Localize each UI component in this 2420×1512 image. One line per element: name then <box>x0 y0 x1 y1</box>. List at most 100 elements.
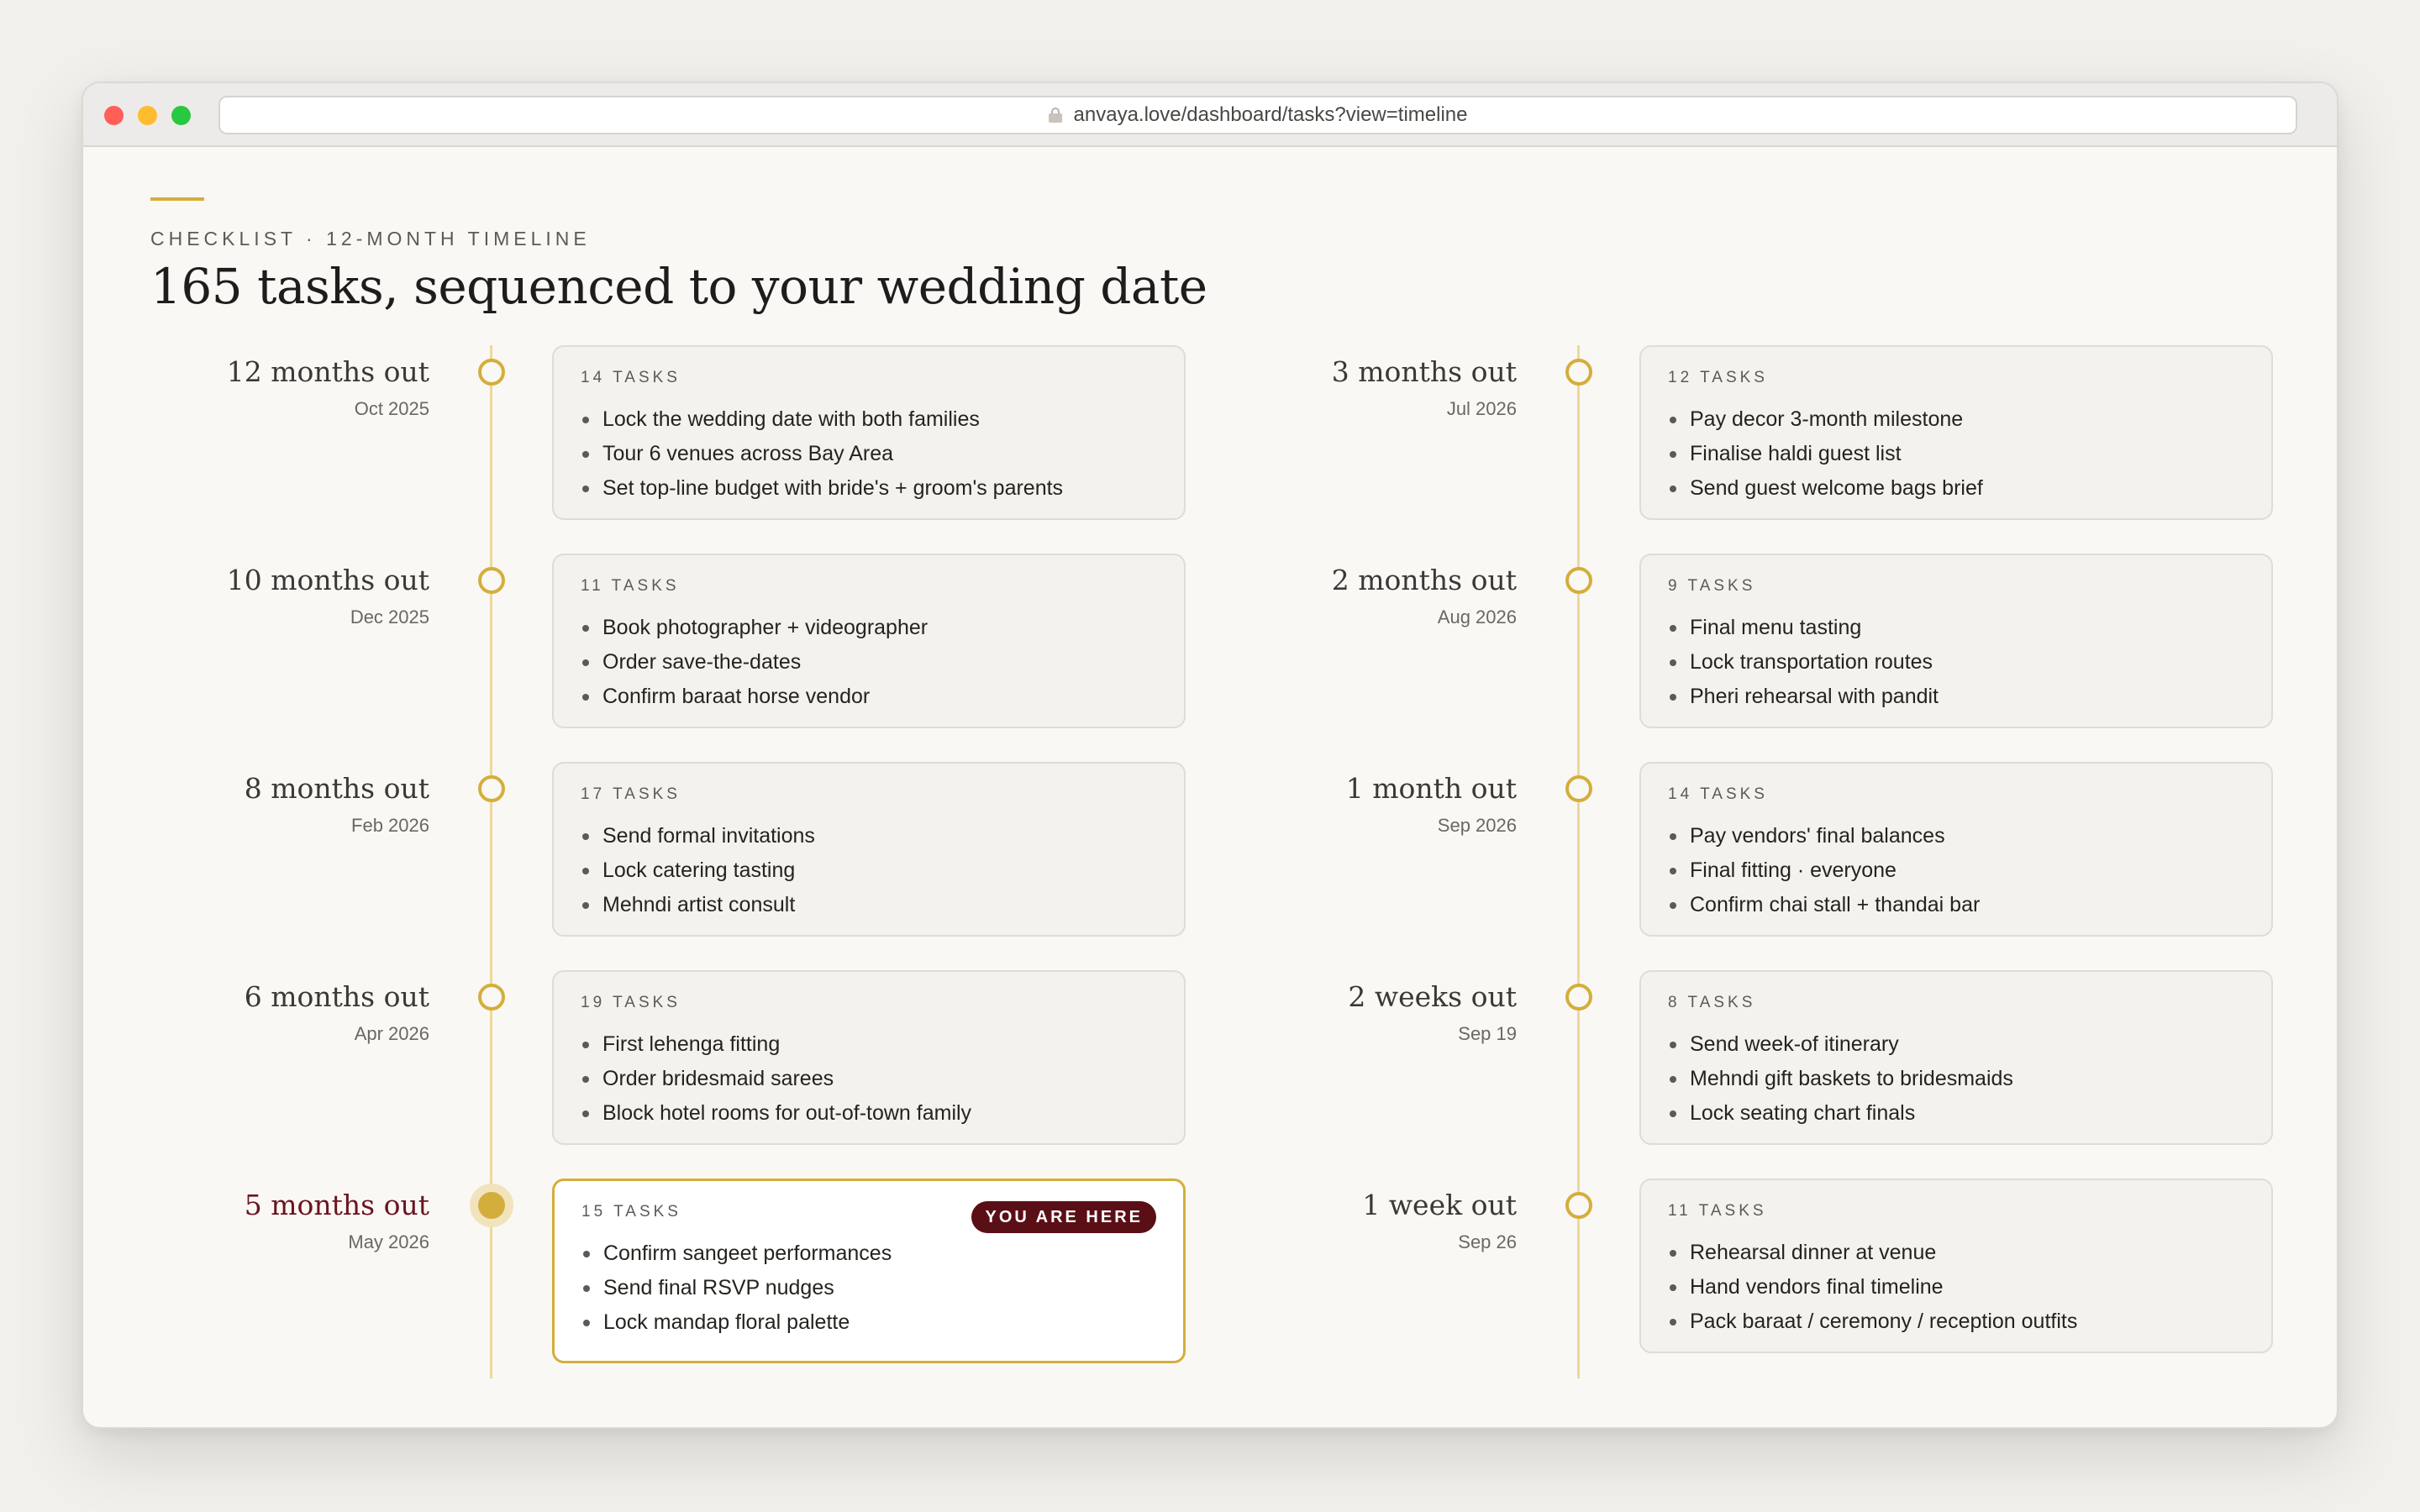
task-item[interactable]: Lock seating chart finals <box>1668 1096 2244 1131</box>
task-item[interactable]: Lock mandap floral palette <box>581 1305 1156 1340</box>
task-item[interactable]: Block hotel rooms for out-of-town family <box>581 1096 1157 1131</box>
browser-window: anvaya.love/dashboard/tasks?view=timelin… <box>82 81 2338 1429</box>
milestone-node <box>478 359 505 386</box>
task-item[interactable]: Hand vendors final timeline <box>1668 1270 2244 1305</box>
task-item[interactable]: Send guest welcome bags brief <box>1668 471 2244 506</box>
milestone-node <box>478 775 505 802</box>
task-card-current[interactable]: 15 TASKS YOU ARE HERE Confirm sangeet pe… <box>552 1179 1186 1363</box>
milestone-date: Dec 2025 <box>350 606 429 627</box>
task-item[interactable]: Order save-the-dates <box>581 645 1157 680</box>
task-count: 11 TASKS <box>1668 1202 1767 1220</box>
close-window-button[interactable] <box>104 106 124 125</box>
task-count: 12 TASKS <box>1668 369 1768 386</box>
task-item[interactable]: Send week-of itinerary <box>1668 1027 2244 1062</box>
task-count: 17 TASKS <box>581 785 681 803</box>
task-item[interactable]: Final menu tasting <box>1668 611 2244 645</box>
milestone-node <box>1565 1192 1592 1219</box>
task-card[interactable]: 11 TASKS Book photographer + videographe… <box>552 554 1186 728</box>
task-list: Rehearsal dinner at venue Hand vendors f… <box>1668 1236 2244 1339</box>
task-list: Send formal invitations Lock catering ta… <box>581 819 1157 922</box>
task-list: Book photographer + videographer Order s… <box>581 611 1157 714</box>
task-list: First lehenga fitting Order bridesmaid s… <box>581 1027 1157 1131</box>
milestone-date: Sep 2026 <box>1437 815 1517 836</box>
task-item[interactable]: First lehenga fitting <box>581 1027 1157 1062</box>
address-bar[interactable]: anvaya.love/dashboard/tasks?view=timelin… <box>218 96 2297 134</box>
milestone-label: 8 months out <box>244 772 429 805</box>
task-item[interactable]: Finalise haldi guest list <box>1668 437 2244 471</box>
task-item[interactable]: Pay decor 3-month milestone <box>1668 402 2244 437</box>
task-item[interactable]: Mehndi gift baskets to bridesmaids <box>1668 1062 2244 1096</box>
task-item[interactable]: Order bridesmaid sarees <box>581 1062 1157 1096</box>
milestone-date: Feb 2026 <box>351 815 429 836</box>
task-item[interactable]: Confirm sangeet performances <box>581 1236 1156 1271</box>
task-count: 19 TASKS <box>581 994 681 1011</box>
task-item[interactable]: Pay vendors' final balances <box>1668 819 2244 853</box>
milestone-date: Sep 19 <box>1458 1023 1517 1044</box>
task-item[interactable]: Confirm chai stall + thandai bar <box>1668 888 2244 922</box>
timeline-column-right: 3 months out Jul 2026 12 TASKS Pay decor… <box>1171 345 2273 1378</box>
page-title: 165 tasks, sequenced to your wedding dat… <box>150 258 1207 315</box>
task-card[interactable]: 19 TASKS First lehenga fitting Order bri… <box>552 970 1186 1145</box>
task-card[interactable]: 9 TASKS Final menu tasting Lock transpor… <box>1639 554 2273 728</box>
milestone-label: 6 months out <box>244 980 429 1013</box>
task-item[interactable]: Send formal invitations <box>581 819 1157 853</box>
task-list: Send week-of itinerary Mehndi gift baske… <box>1668 1027 2244 1131</box>
milestone: 1 week out Sep 26 11 TASKS Rehearsal din… <box>1171 1179 2273 1355</box>
milestone-node <box>1565 359 1592 386</box>
task-list: Lock the wedding date with both families… <box>581 402 1157 506</box>
task-item[interactable]: Pack baraat / ceremony / reception outfi… <box>1668 1305 2244 1339</box>
milestone-date: Apr 2026 <box>354 1023 429 1044</box>
milestone-date: Aug 2026 <box>1437 606 1517 627</box>
task-item[interactable]: Set top-line budget with bride's + groom… <box>581 471 1157 506</box>
timeline-column-left: 12 months out Oct 2025 14 TASKS Lock the… <box>83 345 1186 1378</box>
milestone-label: 10 months out <box>226 564 429 596</box>
task-count: 14 TASKS <box>581 369 681 386</box>
milestone: 6 months out Apr 2026 19 TASKS First leh… <box>83 970 1186 1147</box>
accent-divider <box>150 197 204 201</box>
maximize-window-button[interactable] <box>171 106 191 125</box>
milestone-label: 3 months out <box>1331 355 1517 388</box>
task-card[interactable]: 11 TASKS Rehearsal dinner at venue Hand … <box>1639 1179 2273 1353</box>
milestone: 8 months out Feb 2026 17 TASKS Send form… <box>83 762 1186 938</box>
task-count: 9 TASKS <box>1668 577 1756 595</box>
task-card[interactable]: 8 TASKS Send week-of itinerary Mehndi gi… <box>1639 970 2273 1145</box>
page-eyebrow: CHECKLIST · 12-MONTH TIMELINE <box>150 228 591 249</box>
milestone: 3 months out Jul 2026 12 TASKS Pay decor… <box>1171 345 2273 522</box>
task-list: Pay vendors' final balances Final fittin… <box>1668 819 2244 922</box>
task-item[interactable]: Send final RSVP nudges <box>581 1271 1156 1305</box>
milestone-node <box>1565 984 1592 1011</box>
milestone: 2 months out Aug 2026 9 TASKS Final menu… <box>1171 554 2273 730</box>
task-count: 11 TASKS <box>581 577 680 595</box>
browser-titlebar: anvaya.love/dashboard/tasks?view=timelin… <box>83 83 2337 147</box>
milestone-node <box>478 984 505 1011</box>
you-are-here-badge: YOU ARE HERE <box>971 1201 1156 1233</box>
milestone-date: Oct 2025 <box>354 398 429 419</box>
milestone-node <box>478 567 505 594</box>
task-card[interactable]: 17 TASKS Send formal invitations Lock ca… <box>552 762 1186 937</box>
task-item[interactable]: Final fitting · everyone <box>1668 853 2244 888</box>
page-content: CHECKLIST · 12-MONTH TIMELINE 165 tasks,… <box>83 147 2337 1427</box>
minimize-window-button[interactable] <box>138 106 157 125</box>
milestone-label: 12 months out <box>226 355 429 388</box>
task-item[interactable]: Rehearsal dinner at venue <box>1668 1236 2244 1270</box>
task-item[interactable]: Pheri rehearsal with pandit <box>1668 680 2244 714</box>
task-card[interactable]: 14 TASKS Lock the wedding date with both… <box>552 345 1186 520</box>
milestone-current: 5 months out May 2026 15 TASKS YOU ARE H… <box>83 1179 1186 1363</box>
task-card[interactable]: 14 TASKS Pay vendors' final balances Fin… <box>1639 762 2273 937</box>
milestone-label: 2 months out <box>1331 564 1517 596</box>
task-item[interactable]: Tour 6 venues across Bay Area <box>581 437 1157 471</box>
task-card[interactable]: 12 TASKS Pay decor 3-month milestone Fin… <box>1639 345 2273 520</box>
task-item[interactable]: Confirm baraat horse vendor <box>581 680 1157 714</box>
task-item[interactable]: Lock the wedding date with both families <box>581 402 1157 437</box>
task-item[interactable]: Lock catering tasting <box>581 853 1157 888</box>
milestone: 10 months out Dec 2025 11 TASKS Book pho… <box>83 554 1186 730</box>
task-item[interactable]: Lock transportation routes <box>1668 645 2244 680</box>
milestone-label: 1 week out <box>1362 1189 1517 1221</box>
milestone-date: May 2026 <box>348 1231 429 1252</box>
milestone-label: 1 month out <box>1345 772 1517 805</box>
task-count: 14 TASKS <box>1668 785 1768 803</box>
task-item[interactable]: Mehndi artist consult <box>581 888 1157 922</box>
milestone-date: Jul 2026 <box>1446 398 1517 419</box>
lock-icon <box>1048 108 1062 123</box>
task-item[interactable]: Book photographer + videographer <box>581 611 1157 645</box>
